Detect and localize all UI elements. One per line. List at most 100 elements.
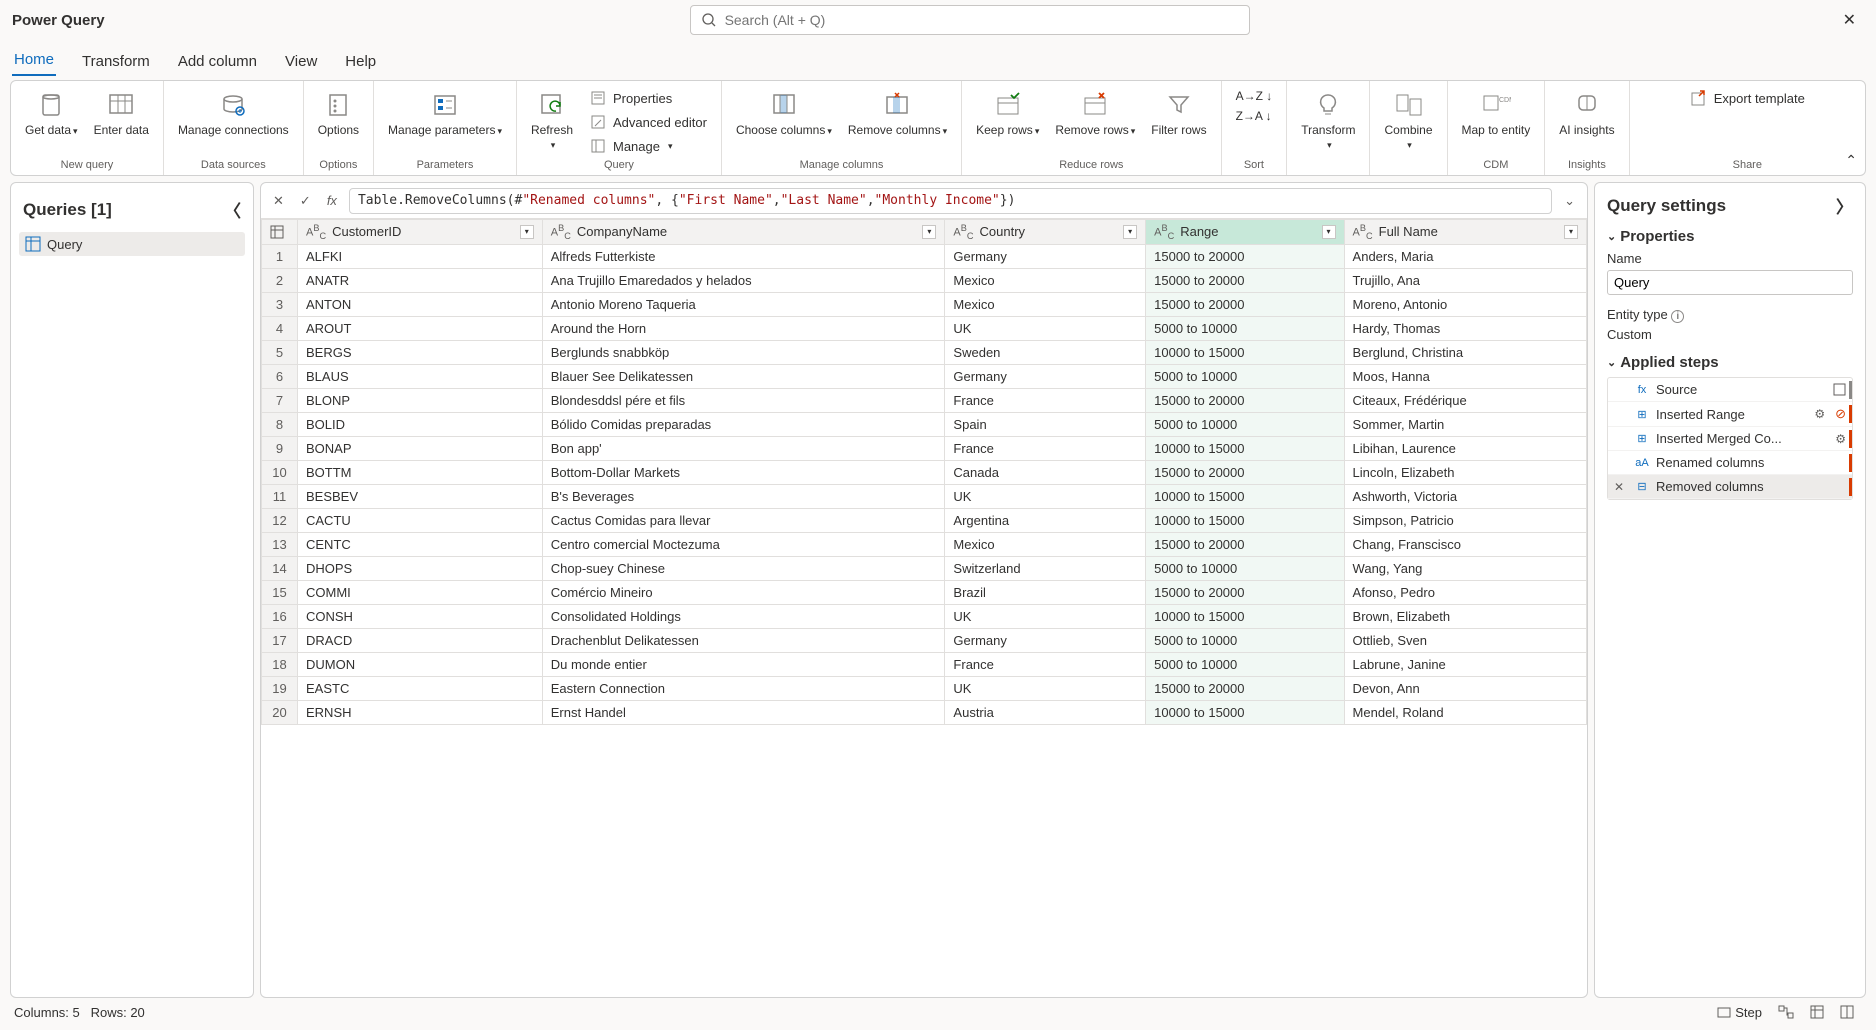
search-box[interactable]: [690, 5, 1250, 35]
cell[interactable]: 15000 to 20000: [1146, 532, 1344, 556]
close-button[interactable]: ✕: [1835, 6, 1864, 34]
cell[interactable]: Eastern Connection: [542, 676, 945, 700]
cell[interactable]: Blauer See Delikatessen: [542, 364, 945, 388]
row-number[interactable]: 15: [262, 580, 298, 604]
cell[interactable]: Bólido Comidas preparadas: [542, 412, 945, 436]
cell[interactable]: 5000 to 10000: [1146, 556, 1344, 580]
tab-home[interactable]: Home: [12, 45, 56, 76]
cell[interactable]: CONSH: [298, 604, 543, 628]
table-view-button[interactable]: [1802, 1003, 1832, 1021]
cell[interactable]: Ottlieb, Sven: [1344, 628, 1586, 652]
collapse-ribbon-button[interactable]: ⌃: [1845, 152, 1857, 169]
cell[interactable]: Bottom-Dollar Markets: [542, 460, 945, 484]
cell[interactable]: 15000 to 20000: [1146, 676, 1344, 700]
accept-formula-button[interactable]: ✓: [296, 191, 315, 211]
row-number[interactable]: 1: [262, 244, 298, 268]
enter-data-button[interactable]: Enter data: [90, 87, 153, 139]
formula-input[interactable]: Table.RemoveColumns(#"Renamed columns", …: [349, 188, 1552, 214]
step-gear-icon[interactable]: ⚙: [1835, 432, 1846, 446]
ai-insights-button[interactable]: AI insights: [1555, 87, 1618, 139]
cell[interactable]: CENTC: [298, 532, 543, 556]
cell[interactable]: 15000 to 20000: [1146, 388, 1344, 412]
applied-step[interactable]: aARenamed columns: [1608, 451, 1852, 475]
cell[interactable]: 15000 to 20000: [1146, 292, 1344, 316]
cell[interactable]: 10000 to 15000: [1146, 484, 1344, 508]
cell[interactable]: Moos, Hanna: [1344, 364, 1586, 388]
row-number[interactable]: 19: [262, 676, 298, 700]
tab-view[interactable]: View: [283, 47, 319, 76]
filter-dropdown-button[interactable]: ▾: [1123, 225, 1137, 239]
cell[interactable]: Drachenblut Delikatessen: [542, 628, 945, 652]
cell[interactable]: Lincoln, Elizabeth: [1344, 460, 1586, 484]
cell[interactable]: UK: [945, 484, 1146, 508]
cell[interactable]: 10000 to 15000: [1146, 604, 1344, 628]
collapse-queries-button[interactable]: 〈: [224, 197, 241, 222]
cell[interactable]: 5000 to 10000: [1146, 316, 1344, 340]
cell[interactable]: AROUT: [298, 316, 543, 340]
cell[interactable]: Afonso, Pedro: [1344, 580, 1586, 604]
cell[interactable]: Germany: [945, 364, 1146, 388]
column-header[interactable]: ABCRange▾: [1146, 220, 1344, 245]
manage-parameters-button[interactable]: Manage parameters▾: [384, 87, 506, 139]
cell[interactable]: Moreno, Antonio: [1344, 292, 1586, 316]
cell[interactable]: BLONP: [298, 388, 543, 412]
cell[interactable]: Sweden: [945, 340, 1146, 364]
query-name-input[interactable]: [1607, 270, 1853, 295]
cell[interactable]: Alfreds Futterkiste: [542, 244, 945, 268]
cell[interactable]: Mexico: [945, 268, 1146, 292]
cell[interactable]: Centro comercial Moctezuma: [542, 532, 945, 556]
row-number[interactable]: 4: [262, 316, 298, 340]
properties-section[interactable]: Properties: [1620, 228, 1694, 245]
cell[interactable]: B's Beverages: [542, 484, 945, 508]
cell[interactable]: Blondesddsl pére et fils: [542, 388, 945, 412]
cell[interactable]: DHOPS: [298, 556, 543, 580]
cell[interactable]: 15000 to 20000: [1146, 460, 1344, 484]
cell[interactable]: Berglunds snabbköp: [542, 340, 945, 364]
cell[interactable]: UK: [945, 604, 1146, 628]
advanced-editor-button[interactable]: Advanced editor: [585, 111, 711, 133]
applied-step[interactable]: ✕⊟Removed columns: [1608, 475, 1852, 499]
cell[interactable]: BOTTM: [298, 460, 543, 484]
cell[interactable]: UK: [945, 316, 1146, 340]
row-number[interactable]: 10: [262, 460, 298, 484]
cell[interactable]: Chang, Franscisco: [1344, 532, 1586, 556]
cell[interactable]: EASTC: [298, 676, 543, 700]
cell[interactable]: CACTU: [298, 508, 543, 532]
cell[interactable]: Antonio Moreno Taqueria: [542, 292, 945, 316]
cell[interactable]: Hardy, Thomas: [1344, 316, 1586, 340]
row-number[interactable]: 6: [262, 364, 298, 388]
cell[interactable]: Mendel, Roland: [1344, 700, 1586, 724]
cell[interactable]: BOLID: [298, 412, 543, 436]
row-number[interactable]: 17: [262, 628, 298, 652]
cell[interactable]: BONAP: [298, 436, 543, 460]
row-number[interactable]: 20: [262, 700, 298, 724]
cell[interactable]: Brazil: [945, 580, 1146, 604]
cell[interactable]: 5000 to 10000: [1146, 412, 1344, 436]
get-data-button[interactable]: Get data▾: [21, 87, 82, 139]
row-number[interactable]: 12: [262, 508, 298, 532]
cell[interactable]: Ana Trujillo Emaredados y helados: [542, 268, 945, 292]
row-number[interactable]: 18: [262, 652, 298, 676]
map-to-entity-button[interactable]: CDM Map to entity: [1458, 87, 1535, 139]
options-button[interactable]: Options: [314, 87, 363, 139]
remove-columns-button[interactable]: Remove columns▾: [844, 87, 951, 139]
properties-button[interactable]: Properties: [585, 87, 711, 109]
expand-settings-button[interactable]: 〉: [1836, 193, 1853, 218]
cell[interactable]: 10000 to 15000: [1146, 436, 1344, 460]
cell[interactable]: Spain: [945, 412, 1146, 436]
cell[interactable]: 10000 to 15000: [1146, 700, 1344, 724]
cell[interactable]: COMMI: [298, 580, 543, 604]
sort-desc-button[interactable]: Z→A ↓: [1232, 107, 1277, 125]
cell[interactable]: 10000 to 15000: [1146, 508, 1344, 532]
row-number[interactable]: 9: [262, 436, 298, 460]
step-gear-icon[interactable]: ⚙: [1814, 407, 1825, 421]
cell[interactable]: Consolidated Holdings: [542, 604, 945, 628]
cell[interactable]: France: [945, 652, 1146, 676]
cell[interactable]: Cactus Comidas para llevar: [542, 508, 945, 532]
cell[interactable]: ERNSH: [298, 700, 543, 724]
cell[interactable]: Anders, Maria: [1344, 244, 1586, 268]
cell[interactable]: Trujillo, Ana: [1344, 268, 1586, 292]
applied-step[interactable]: ⊞Inserted Merged Co...⚙: [1608, 427, 1852, 451]
cell[interactable]: Comércio Mineiro: [542, 580, 945, 604]
cell[interactable]: Around the Horn: [542, 316, 945, 340]
